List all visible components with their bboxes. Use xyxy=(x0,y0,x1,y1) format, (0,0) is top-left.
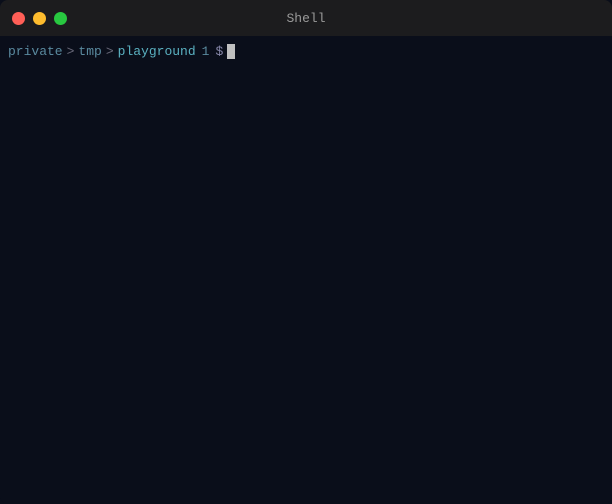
prompt-line: private > tmp > playground 1 $ xyxy=(8,42,604,62)
prompt-playground: playground xyxy=(118,42,196,62)
prompt-dollar: $ xyxy=(215,42,223,62)
terminal-window: Shell private > tmp > playground 1 $ xyxy=(0,0,612,504)
arrow-icon-1: > xyxy=(67,42,75,62)
window-title: Shell xyxy=(286,11,325,26)
prompt-private: private xyxy=(8,42,63,62)
titlebar: Shell xyxy=(0,0,612,36)
cursor xyxy=(227,44,235,59)
arrow-icon-2: > xyxy=(106,42,114,62)
prompt-tmp: tmp xyxy=(78,42,101,62)
close-button[interactable] xyxy=(12,12,25,25)
window-buttons xyxy=(12,12,67,25)
maximize-button[interactable] xyxy=(54,12,67,25)
minimize-button[interactable] xyxy=(33,12,46,25)
prompt-number: 1 xyxy=(202,42,210,62)
terminal-body[interactable]: private > tmp > playground 1 $ xyxy=(0,36,612,504)
